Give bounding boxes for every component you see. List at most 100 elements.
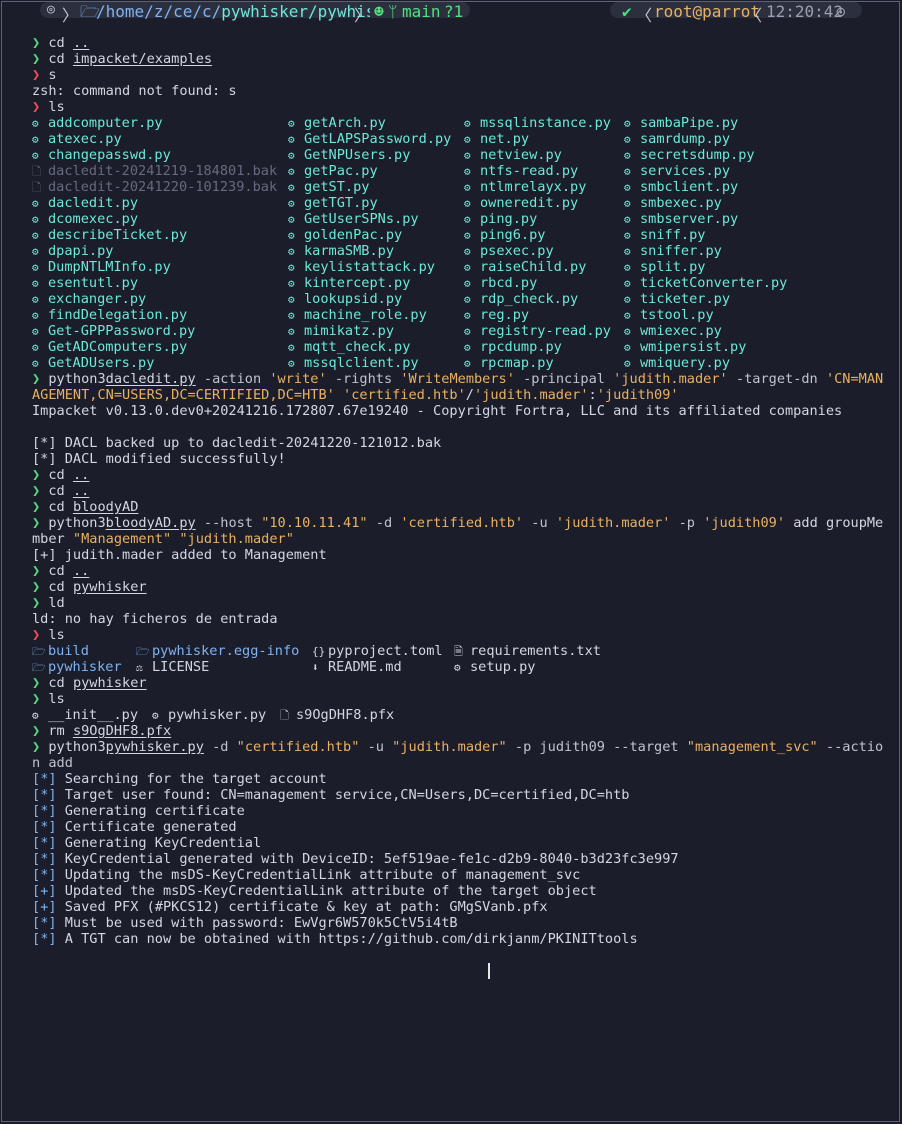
markdown-icon: ⬇ bbox=[312, 661, 319, 674]
file-entry[interactable]: ⚙ rbcd.py bbox=[464, 275, 537, 292]
file-entry[interactable]: ⚙ raiseChild.py bbox=[464, 259, 586, 276]
file-name: pywhisker.egg-info bbox=[152, 643, 300, 659]
python-icon: ⚙ bbox=[288, 229, 295, 242]
file-name: dpapi.py bbox=[48, 243, 114, 259]
file-entry[interactable]: ⚙ findDelegation.py bbox=[32, 307, 187, 324]
bracket: [ bbox=[32, 899, 41, 915]
file-entry[interactable]: ⚙ getPac.py bbox=[288, 163, 378, 180]
file-entry[interactable]: ⚙ GetLAPSPassword.py bbox=[288, 131, 451, 148]
file-entry[interactable]: ⚙ secretsdump.py bbox=[624, 147, 755, 164]
file-entry[interactable]: ⚙ tstool.py bbox=[624, 307, 714, 324]
file-entry[interactable]: ⚙ pywhisker.py bbox=[152, 707, 266, 724]
file-entry[interactable]: ⚙ services.py bbox=[624, 163, 730, 180]
file-entry[interactable]: 🗎 requirements.txt bbox=[454, 643, 601, 660]
file-entry[interactable]: ⚙ ticketer.py bbox=[624, 291, 730, 308]
file-entry[interactable]: ⬇ README.md bbox=[312, 659, 402, 676]
file-entry[interactable]: ⚙ getST.py bbox=[288, 179, 369, 196]
file-entry[interactable]: ⚙ owneredit.py bbox=[464, 195, 578, 212]
file-entry[interactable]: ⚙ GetUserSPNs.py bbox=[288, 211, 419, 228]
file-entry[interactable]: 🗁 build bbox=[32, 643, 89, 660]
file-entry[interactable]: ⚙ reg.py bbox=[464, 307, 529, 324]
file-name: registry-read.py bbox=[480, 323, 611, 339]
command-arg: .. bbox=[72, 483, 90, 499]
file-entry[interactable]: ⚙ dacledit.py bbox=[32, 195, 138, 212]
file-entry[interactable]: {} pyproject.toml bbox=[312, 643, 443, 660]
file-entry[interactable]: ⚙ machine_role.py bbox=[288, 307, 427, 324]
python-icon: ⚙ bbox=[624, 117, 631, 130]
file-entry[interactable]: ⚙ ping.py bbox=[464, 211, 537, 228]
file-entry[interactable]: ⚙ Get-GPPPassword.py bbox=[32, 323, 195, 340]
file-entry[interactable]: ⚙ smbserver.py bbox=[624, 211, 738, 228]
file-entry[interactable]: ⚙ karmaSMB.py bbox=[288, 243, 394, 260]
file-entry[interactable]: ⚙ lookupsid.py bbox=[288, 291, 402, 308]
file-entry[interactable]: ⚙ keylistattack.py bbox=[288, 259, 435, 276]
command-token: "Management" bbox=[72, 531, 172, 547]
file-entry[interactable]: ⚙ smbclient.py bbox=[624, 179, 738, 196]
file-name: samrdump.py bbox=[640, 131, 731, 147]
file-entry[interactable]: ⚙ ticketConverter.py bbox=[624, 275, 787, 292]
file-entry[interactable]: ⚖ LICENSE bbox=[136, 659, 209, 676]
file-entry[interactable]: ⚙ ping6.py bbox=[464, 227, 545, 244]
file-entry[interactable]: ⚙ atexec.py bbox=[32, 131, 122, 148]
file-entry[interactable]: ⚙ rdp_check.py bbox=[464, 291, 578, 308]
file-entry[interactable]: ⚙ rpcdump.py bbox=[464, 339, 562, 356]
file-entry[interactable]: ⚙ netview.py bbox=[464, 147, 562, 164]
file-entry[interactable]: ⚙ mimikatz.py bbox=[288, 323, 394, 340]
file-entry[interactable]: ⚙ __init__.py bbox=[32, 707, 138, 724]
python-icon: ⚙ bbox=[624, 245, 631, 258]
file-entry[interactable]: ⚙ ntfs-read.py bbox=[464, 163, 578, 180]
file-entry[interactable]: ⚙ setup.py bbox=[454, 659, 535, 676]
file-entry[interactable]: ⚙ mssqlinstance.py bbox=[464, 115, 611, 132]
file-entry[interactable]: 🗋 dacledit-20241219-184801.bak bbox=[32, 163, 277, 180]
file-entry[interactable]: ⚙ describeTicket.py bbox=[32, 227, 187, 244]
terminal-window[interactable]: ❯ cd .. ❯ cd impacket/examples ❯ s zsh: com… bbox=[1, 1, 900, 1122]
file-entry[interactable]: ⚙ mqtt_check.py bbox=[288, 339, 410, 356]
file-entry[interactable]: ⚙ samrdump.py bbox=[624, 131, 730, 148]
python-icon: ⚙ bbox=[32, 341, 39, 354]
file-entry[interactable]: ⚙ kintercept.py bbox=[288, 275, 410, 292]
command-arg: impacket/examples bbox=[72, 51, 213, 67]
file-entry[interactable]: ⚙ getTGT.py bbox=[288, 195, 378, 212]
file-entry[interactable]: ⚙ exchanger.py bbox=[32, 291, 146, 308]
file-entry[interactable]: ⚙ wmiexec.py bbox=[624, 323, 722, 340]
file-entry[interactable]: ⚙ GetADUsers.py bbox=[32, 355, 154, 372]
file-entry[interactable]: ⚙ sniffer.py bbox=[624, 243, 722, 260]
file-entry[interactable]: ⚙ registry-read.py bbox=[464, 323, 611, 340]
file-name: mqtt_check.py bbox=[304, 339, 411, 355]
output-line: [*] DACL modified successfully! bbox=[32, 451, 882, 467]
file-entry[interactable]: ⚙ wmipersist.py bbox=[624, 339, 746, 356]
file-entry[interactable]: ⚙ net.py bbox=[464, 131, 529, 148]
file-entry[interactable]: ⚙ rpcmap.py bbox=[464, 355, 554, 372]
file-entry[interactable]: ⚙ sambaPipe.py bbox=[624, 115, 738, 132]
file-entry[interactable]: ⚙ dcomexec.py bbox=[32, 211, 138, 228]
file-entry[interactable]: ⚙ mssqlclient.py bbox=[288, 355, 419, 372]
file-entry[interactable]: 🗁 pywhisker.egg-info bbox=[136, 643, 299, 660]
file-entry[interactable]: 🗋 s9OgDHF8.pfx bbox=[280, 707, 394, 724]
file-name: exchanger.py bbox=[48, 291, 147, 307]
output-line: [*] Generating certificate bbox=[32, 803, 882, 819]
file-entry[interactable]: ⚙ goldenPac.py bbox=[288, 227, 402, 244]
file-entry[interactable]: ⚙ DumpNTLMInfo.py bbox=[32, 259, 171, 276]
file-entry[interactable]: ⚙ GetNPUsers.py bbox=[288, 147, 410, 164]
file-entry[interactable]: ⚙ wmiquery.py bbox=[624, 355, 730, 372]
bracket: ] bbox=[48, 835, 65, 851]
folder-icon: 🗁 bbox=[32, 645, 46, 658]
file-entry[interactable]: ⚙ dpapi.py bbox=[32, 243, 113, 260]
file-entry[interactable]: ⚙ smbexec.py bbox=[624, 195, 722, 212]
file-entry[interactable]: ⚙ GetADComputers.py bbox=[32, 339, 187, 356]
bracket: ] bbox=[48, 899, 65, 915]
file-entry[interactable]: ⚙ sniff.py bbox=[624, 227, 705, 244]
file-entry[interactable]: 🗋 dacledit-20241220-101239.bak bbox=[32, 179, 277, 196]
file-entry[interactable]: ⚙ getArch.py bbox=[288, 115, 386, 132]
file-entry[interactable]: ⚙ psexec.py bbox=[464, 243, 554, 260]
file-entry[interactable]: ⚙ addcomputer.py bbox=[32, 115, 163, 132]
file-entry[interactable]: ⚙ changepasswd.py bbox=[32, 147, 171, 164]
file-entry[interactable]: ⚙ ntlmrelayx.py bbox=[464, 179, 586, 196]
file-name: addcomputer.py bbox=[48, 115, 163, 131]
terminal-output[interactable]: ❯ cd .. ❯ cd impacket/examples ❯ s zsh: com… bbox=[32, 35, 883, 947]
file-entry[interactable]: ⚙ split.py bbox=[624, 259, 705, 276]
file-entry[interactable]: ⚙ esentutl.py bbox=[32, 275, 138, 292]
file-entry[interactable]: 🗁 pywhisker bbox=[32, 659, 122, 676]
command-token: --host bbox=[195, 515, 262, 531]
